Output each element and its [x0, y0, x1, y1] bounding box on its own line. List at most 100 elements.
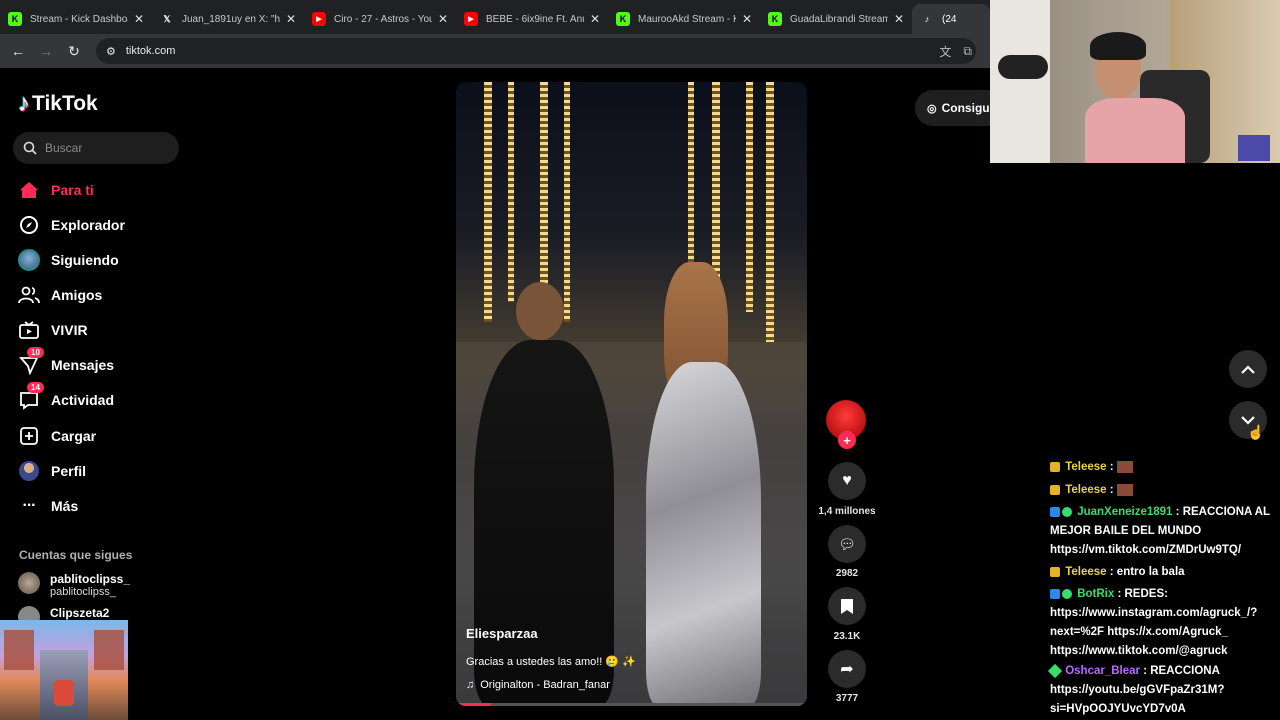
close-tab-icon[interactable]: ✕: [286, 12, 296, 26]
get-app-button[interactable]: ◎ Consigue: [915, 90, 997, 126]
translate-icon[interactable]: 文: [939, 43, 951, 60]
video-progress-bar[interactable]: [456, 703, 807, 706]
following-account[interactable]: pablitoclipss_ pablitoclipss_: [18, 572, 130, 598]
chat-message: BotRix : REDES: https://www.instagram.co…: [1050, 588, 1258, 657]
nav-label: Cargar: [51, 428, 97, 444]
mouse-cursor-icon: ☝: [1247, 424, 1265, 440]
reload-icon[interactable]: ↻: [60, 43, 88, 60]
save-button[interactable]: [828, 587, 866, 625]
nav-label: Amigos: [51, 287, 103, 303]
nav-item-amigos[interactable]: Amigos: [18, 283, 102, 307]
share-button[interactable]: ➦: [828, 650, 866, 688]
nav-label: Mensajes: [51, 357, 115, 373]
chat-username: Teleese: [1065, 484, 1107, 496]
music-note-icon: ♫: [466, 679, 475, 691]
nav-item-vivir[interactable]: VIVIR: [18, 318, 88, 342]
get-app-label: Consigue: [941, 101, 997, 115]
chat-username: BotRix: [1077, 588, 1115, 600]
address-bar[interactable]: ⚙ tiktok.com 文 ⧉: [96, 38, 976, 64]
nav-item-cargar[interactable]: Cargar: [18, 424, 96, 448]
tab-title: GuadaLibrandi Stream: [790, 13, 888, 25]
video-music[interactable]: ♫ Originalton - Badran_fanar: [466, 679, 610, 691]
gameplay-overlay: [0, 620, 128, 720]
search-placeholder: Buscar: [45, 141, 83, 155]
nav-item-para-ti[interactable]: Para ti: [18, 178, 94, 202]
nav-item-explorador[interactable]: Explorador: [18, 213, 125, 237]
nav-item-perfil[interactable]: Perfil: [18, 459, 86, 483]
nav-label: Actividad: [51, 392, 115, 408]
home-icon: [18, 179, 40, 201]
account-name: pablitoclipss_: [50, 572, 131, 586]
moderator-badge-icon: [1050, 588, 1060, 599]
chat-message: Teleese : entro la bala: [1050, 563, 1278, 582]
url-text: tiktok.com: [125, 45, 176, 57]
chat-username: Teleese: [1065, 461, 1107, 473]
chat-username: Oshcar_Blear: [1065, 665, 1140, 677]
share-icon: ➦: [840, 661, 854, 678]
browser-tab[interactable]: K GuadaLibrandi Stream ✕: [760, 4, 912, 34]
browser-tab[interactable]: K MaurooAkd Stream - K ✕: [608, 4, 760, 34]
subscriber-badge-icon: [1050, 461, 1060, 472]
compass-icon: [18, 214, 40, 236]
follow-plus-icon[interactable]: +: [838, 431, 856, 449]
browser-tab[interactable]: ▶ Ciro - 27 - Astros - You ✕: [304, 4, 456, 34]
friends-icon: [18, 284, 40, 306]
chat-text: entro la bala: [1116, 566, 1185, 578]
comment-icon: 💬︎: [838, 535, 856, 552]
forward-icon[interactable]: →: [32, 43, 60, 59]
close-tab-icon[interactable]: ✕: [438, 12, 448, 26]
install-app-icon[interactable]: ⧉: [963, 44, 972, 59]
verified-badge-icon: [1062, 506, 1072, 517]
youtube-icon: ▶: [464, 12, 478, 26]
subscriber-badge-icon: [1050, 484, 1060, 495]
nav-item-mensajes[interactable]: 10 Mensajes: [18, 347, 115, 377]
nav-label: Perfil: [51, 463, 87, 479]
activity-icon: 14: [18, 382, 44, 411]
back-icon[interactable]: ←: [4, 43, 32, 59]
tab-title: Juan_1891uy en X: "htt: [182, 13, 280, 25]
verified-badge-icon: [1062, 588, 1072, 599]
browser-tab[interactable]: ▶ BEBE - 6ix9ine Ft. Anue ✕: [456, 4, 608, 34]
badge-icon: [1047, 663, 1063, 679]
activity-badge: 14: [27, 382, 44, 393]
chat-message: JuanXeneize1891 : REACCIONA AL MEJOR BAI…: [1050, 506, 1270, 556]
youtube-icon: ▶: [312, 12, 326, 26]
app-icon: ◎: [927, 102, 937, 115]
video-author[interactable]: Eliesparzaa: [466, 626, 538, 641]
nav-item-siguiendo[interactable]: Siguiendo: [18, 248, 119, 272]
tiktok-logo[interactable]: ♪ TikTok: [18, 90, 98, 118]
site-settings-icon[interactable]: ⚙: [106, 45, 116, 58]
profile-avatar-icon: [18, 460, 40, 482]
kick-icon: K: [768, 12, 782, 26]
nav-label: Siguiendo: [51, 252, 119, 268]
close-tab-icon[interactable]: ✕: [742, 12, 752, 26]
following-section-title: Cuentas que sigues: [19, 548, 133, 562]
tab-title: BEBE - 6ix9ine Ft. Anue: [486, 13, 584, 25]
previous-video-button[interactable]: [1229, 350, 1267, 388]
chat-message: Teleese :: [1050, 458, 1278, 477]
close-tab-icon[interactable]: ✕: [134, 12, 144, 26]
nav-label: Para ti: [51, 182, 94, 198]
emote-icon: [1116, 483, 1133, 496]
tab-title: Stream - Kick Dashboard: [30, 13, 128, 25]
x-icon: 𝕏: [163, 13, 171, 24]
like-button[interactable]: ♥: [828, 462, 866, 500]
close-tab-icon[interactable]: ✕: [590, 12, 600, 26]
nav-item-actividad[interactable]: 14 Actividad: [18, 382, 115, 412]
tab-title: Ciro - 27 - Astros - You: [334, 13, 432, 25]
search-input[interactable]: Buscar: [13, 132, 179, 164]
browser-tab-active[interactable]: ♪ (24: [912, 4, 990, 34]
close-tab-icon[interactable]: ✕: [894, 12, 904, 26]
comment-button[interactable]: 💬︎: [828, 525, 866, 563]
account-handle: pablitoclipss_: [50, 586, 117, 598]
share-count: 3777: [835, 693, 859, 704]
browser-tab[interactable]: K Stream - Kick Dashboard ✕: [0, 4, 152, 34]
moderator-badge-icon: [1050, 506, 1060, 517]
browser-tab[interactable]: 𝕏 Juan_1891uy en X: "htt ✕: [152, 4, 304, 34]
nav-label: Más: [51, 498, 79, 514]
video-player[interactable]: Eliesparzaa Gracias a ustedes las amo!! …: [456, 82, 807, 706]
chevron-up-icon: [1241, 364, 1255, 374]
nav-item-mas[interactable]: ··· Más: [18, 494, 79, 518]
account-name: Clipszeta2: [50, 606, 110, 620]
kick-icon: K: [8, 12, 22, 26]
